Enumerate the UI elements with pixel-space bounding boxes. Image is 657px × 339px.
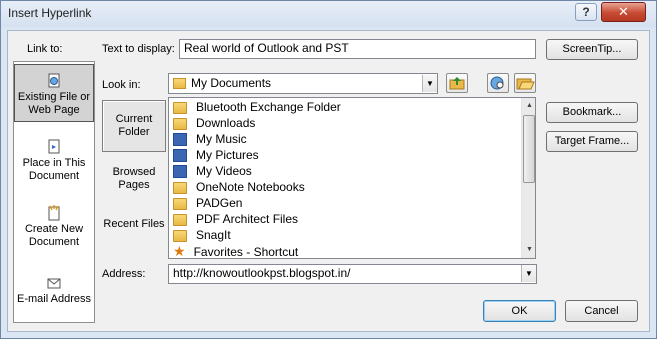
scrollbar-thumb[interactable] bbox=[523, 115, 535, 183]
list-item[interactable]: PDF Architect Files bbox=[171, 211, 298, 227]
link-to-email[interactable]: E-mail Address bbox=[14, 272, 94, 312]
library-icon bbox=[173, 165, 187, 178]
library-icon bbox=[173, 133, 187, 146]
scroll-down-icon[interactable]: ▼ bbox=[522, 242, 535, 258]
chevron-down-icon[interactable]: ▼ bbox=[422, 75, 437, 92]
up-folder-icon bbox=[449, 77, 465, 90]
shortcut-star-icon: ★ bbox=[173, 243, 186, 259]
folder-icon bbox=[173, 214, 187, 226]
folder-icon bbox=[173, 118, 187, 130]
address-input[interactable]: http://knowoutlookpst.blogspot.in/ ▼ bbox=[168, 264, 537, 284]
browse-web-button[interactable] bbox=[487, 73, 509, 93]
file-name: My Videos bbox=[196, 164, 252, 178]
cancel-button[interactable]: Cancel bbox=[565, 300, 638, 322]
link-to-label-email: E-mail Address bbox=[17, 293, 91, 305]
library-icon bbox=[173, 149, 187, 162]
link-to-panel: Existing File or Web Page Place in This … bbox=[13, 61, 95, 323]
link-to-label-new: Create New Document bbox=[24, 223, 84, 248]
folder-icon bbox=[173, 198, 187, 210]
look-in-label: Look in: bbox=[102, 79, 141, 91]
file-name: PADGen bbox=[196, 196, 243, 210]
file-name: Downloads bbox=[196, 116, 256, 130]
new-document-icon bbox=[48, 205, 60, 221]
scroll-up-icon[interactable]: ▲ bbox=[522, 98, 535, 114]
places-bar: Current Folder Browsed Pages Recent File… bbox=[101, 99, 168, 259]
look-in-value: My Documents bbox=[191, 76, 272, 90]
link-to-new-document[interactable]: Create New Document bbox=[14, 200, 94, 252]
document-place-icon bbox=[48, 139, 60, 154]
address-value: http://knowoutlookpst.blogspot.in/ bbox=[173, 266, 351, 280]
bookmark-button[interactable]: Bookmark... bbox=[546, 102, 638, 123]
open-folder-icon bbox=[516, 78, 535, 90]
list-item[interactable]: Bluetooth Exchange Folder bbox=[171, 99, 341, 115]
ok-button[interactable]: OK bbox=[483, 300, 556, 322]
folder-icon bbox=[173, 182, 187, 194]
text-to-display-input[interactable]: Real world of Outlook and PST bbox=[179, 39, 536, 59]
text-to-display-label: Text to display: bbox=[102, 43, 175, 55]
link-to-existing-file[interactable]: Existing File or Web Page bbox=[14, 64, 94, 122]
file-name: My Pictures bbox=[196, 148, 259, 162]
address-label: Address: bbox=[102, 268, 146, 280]
folder-icon bbox=[173, 102, 187, 114]
list-item[interactable]: SnagIt bbox=[171, 227, 231, 243]
dialog-title: Insert Hyperlink bbox=[8, 6, 92, 20]
link-to-label: Link to: bbox=[27, 43, 63, 55]
list-item[interactable]: My Videos bbox=[171, 163, 252, 179]
email-icon bbox=[47, 278, 61, 289]
list-item[interactable]: Downloads bbox=[171, 115, 255, 131]
look-in-select[interactable]: My Documents ▼ bbox=[168, 73, 438, 94]
folder-icon bbox=[173, 78, 186, 89]
place-current-folder[interactable]: Current Folder bbox=[102, 100, 166, 152]
file-name: Favorites - Shortcut bbox=[193, 245, 299, 259]
file-name: PDF Architect Files bbox=[196, 212, 299, 226]
list-item[interactable]: ★ Favorites - Shortcut bbox=[171, 243, 299, 259]
screentip-button[interactable]: ScreenTip... bbox=[546, 39, 638, 60]
place-browsed-pages[interactable]: Browsed Pages bbox=[102, 161, 166, 201]
title-bar bbox=[1, 1, 656, 27]
place-recent-files[interactable]: Recent Files bbox=[102, 213, 166, 253]
list-item[interactable]: PADGen bbox=[171, 195, 242, 211]
link-to-place-in-document[interactable]: Place in This Document bbox=[14, 134, 94, 186]
web-page-icon bbox=[48, 73, 60, 88]
link-to-label-existing: Existing File or Web Page bbox=[17, 91, 91, 116]
help-button[interactable]: ? bbox=[575, 3, 597, 21]
list-item[interactable]: OneNote Notebooks bbox=[171, 179, 305, 195]
up-one-folder-button[interactable] bbox=[446, 73, 468, 93]
list-item[interactable]: My Pictures bbox=[171, 147, 259, 163]
browse-file-button[interactable] bbox=[514, 73, 536, 93]
file-name: Bluetooth Exchange Folder bbox=[196, 100, 341, 114]
file-list[interactable]: Bluetooth Exchange Folder Downloads My M… bbox=[168, 97, 536, 259]
list-item[interactable]: My Music bbox=[171, 131, 247, 147]
folder-icon bbox=[173, 230, 187, 242]
close-button[interactable]: ✕ bbox=[601, 2, 646, 22]
browse-web-icon bbox=[490, 76, 504, 90]
file-name: OneNote Notebooks bbox=[196, 180, 305, 194]
link-to-label-place: Place in This Document bbox=[22, 157, 86, 182]
file-name: SnagIt bbox=[196, 228, 231, 242]
chevron-down-icon[interactable]: ▼ bbox=[521, 265, 536, 282]
target-frame-button[interactable]: Target Frame... bbox=[546, 131, 638, 152]
vertical-scrollbar[interactable]: ▲ ▼ bbox=[521, 98, 535, 258]
file-name: My Music bbox=[196, 132, 247, 146]
